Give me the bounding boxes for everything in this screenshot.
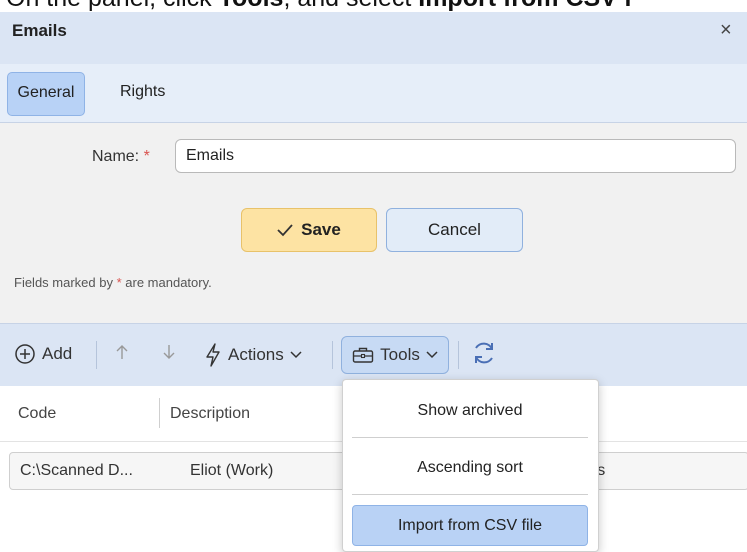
toolbar-divider (96, 341, 97, 369)
check-icon (277, 224, 293, 237)
required-mark: * (143, 148, 150, 165)
instruction-tools-word: Tools (219, 0, 284, 12)
name-input[interactable] (175, 139, 736, 173)
plus-circle-icon (15, 344, 35, 364)
arrow-up-icon (116, 345, 128, 359)
add-button[interactable]: Add (14, 343, 72, 365)
row-description-cell: Eliot (Work) (190, 462, 274, 479)
column-header-description[interactable]: Description (170, 405, 250, 423)
tab-rights[interactable]: Rights (110, 72, 175, 112)
menu-divider (352, 494, 588, 495)
toolbar-divider (458, 341, 459, 369)
dialog-header (0, 12, 747, 65)
menu-item-ascending-sort[interactable]: Ascending sort (352, 448, 588, 488)
move-down-button[interactable] (162, 343, 176, 361)
menu-divider (352, 437, 588, 438)
cancel-button[interactable]: Cancel (386, 208, 523, 252)
close-icon[interactable]: × (720, 19, 732, 42)
refresh-button[interactable] (471, 340, 497, 366)
dialog-title: Emails (12, 21, 67, 40)
lightning-icon (206, 343, 220, 367)
refresh-icon (475, 342, 493, 364)
chevron-down-icon (290, 351, 302, 359)
column-divider[interactable] (159, 398, 160, 428)
actions-button[interactable]: Actions (204, 343, 302, 367)
chevron-down-icon (426, 351, 438, 359)
toolbar-divider (332, 341, 333, 369)
save-button[interactable]: Save (241, 208, 377, 252)
arrow-down-icon (163, 345, 175, 359)
menu-item-show-archived[interactable]: Show archived (352, 391, 588, 431)
row-code-cell: C:\Scanned D... (20, 462, 133, 479)
name-label: Name: * (92, 148, 150, 165)
tab-general[interactable]: General (7, 72, 85, 116)
column-header-code[interactable]: Code (18, 405, 56, 423)
menu-item-import-from-csv[interactable]: Import from CSV file (352, 505, 588, 546)
toolbox-icon (352, 347, 374, 363)
instruction-import-word: Import from CSV f (418, 0, 632, 12)
tools-button[interactable]: Tools (341, 336, 449, 374)
mandatory-note: Fields marked by * are mandatory. (14, 275, 212, 290)
move-up-button[interactable] (115, 343, 129, 361)
